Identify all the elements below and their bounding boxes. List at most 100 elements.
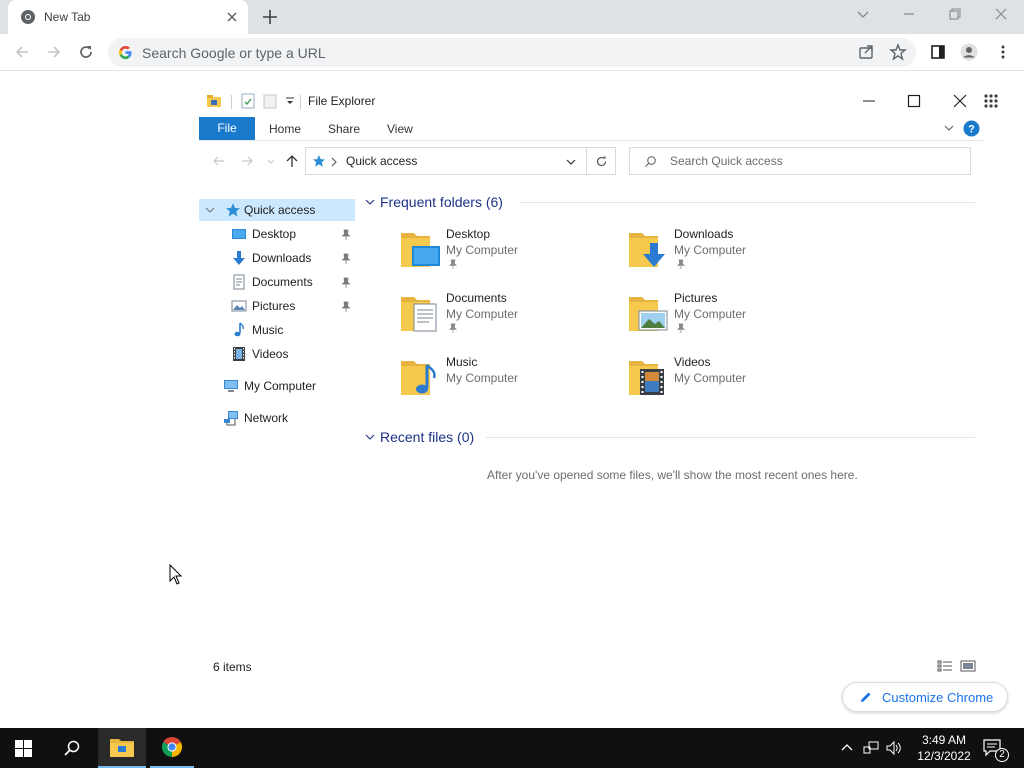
ribbon-tab-share[interactable]: Share [328, 122, 360, 136]
nav-item-videos[interactable]: Videos [228, 343, 355, 365]
taskbar-search-icon[interactable] [63, 739, 81, 757]
volume-icon[interactable] [886, 740, 902, 756]
folder-location: My Computer [446, 307, 519, 321]
nav-label: Videos [252, 347, 289, 361]
folder-tile-downloads[interactable]: Downloads My Computer [628, 227, 828, 283]
chrome-menu-icon[interactable] [994, 43, 1012, 61]
explorer-minimize-icon[interactable] [861, 93, 877, 109]
nav-label: Downloads [252, 251, 312, 265]
breadcrumb-chevron-icon[interactable] [330, 157, 338, 167]
nav-item-desktop[interactable]: Desktop [228, 223, 355, 245]
new-folder-qat-icon[interactable] [262, 93, 278, 109]
search-quick-access-input[interactable]: Search Quick access [629, 147, 971, 175]
side-panel-icon[interactable] [929, 43, 947, 61]
explorer-maximize-icon[interactable] [906, 93, 922, 109]
collapse-recent-icon[interactable] [364, 431, 376, 443]
expand-chevron-icon[interactable] [205, 206, 215, 214]
properties-icon[interactable] [240, 93, 256, 109]
ribbon-tab-home[interactable]: Home [269, 122, 301, 136]
show-hidden-icons-icon[interactable] [839, 740, 855, 756]
window-title: File Explorer [308, 94, 376, 108]
nav-item-pictures[interactable]: Pictures [228, 295, 355, 317]
bookmark-star-icon[interactable] [889, 43, 907, 61]
restore-icon[interactable] [947, 6, 963, 22]
folder-tile-desktop[interactable]: Desktop My Computer [400, 227, 600, 283]
quick-access-star-icon [313, 155, 325, 167]
pin-icon[interactable] [341, 253, 351, 265]
nav-my-computer[interactable]: My Computer [199, 375, 355, 397]
nav-item-downloads[interactable]: Downloads [228, 247, 355, 269]
customize-chrome-button[interactable]: Customize Chrome [842, 682, 1008, 712]
qat-dropdown-icon[interactable] [283, 93, 299, 109]
explorer-forward-icon[interactable] [239, 153, 255, 169]
folder-location: My Computer [674, 307, 747, 321]
pin-icon[interactable] [341, 229, 351, 241]
pin-icon [676, 323, 686, 334]
pencil-icon [861, 692, 871, 702]
network-tray-icon[interactable] [863, 740, 879, 756]
omnibox[interactable]: Search Google or type a URL [108, 38, 916, 67]
tab-search-chevron-icon[interactable] [855, 6, 871, 22]
profile-avatar-icon[interactable] [960, 43, 978, 61]
desktop-icon [232, 229, 246, 239]
nav-label: My Computer [244, 379, 317, 393]
folder-name: Desktop [446, 227, 491, 241]
computer-icon [224, 380, 238, 392]
tab-new-tab[interactable]: New Tab [8, 0, 248, 34]
pin-icon[interactable] [341, 301, 351, 313]
folder-tile-pictures[interactable]: Pictures My Computer [628, 291, 828, 347]
folder-desktop-icon [401, 233, 440, 267]
ribbon-expand-icon[interactable] [943, 122, 955, 134]
ribbon-tab-file[interactable]: File [199, 117, 255, 140]
section-divider [486, 437, 975, 438]
address-bar[interactable]: Quick access [305, 147, 616, 175]
tab-close-icon[interactable] [224, 9, 240, 25]
close-window-icon[interactable] [993, 6, 1009, 22]
folder-tile-videos[interactable]: Videos My Computer [628, 355, 828, 411]
nav-label: Music [252, 323, 284, 337]
nav-quick-access[interactable]: Quick access [199, 199, 355, 221]
folder-tile-documents[interactable]: Documents My Computer [400, 291, 600, 347]
forward-icon[interactable] [45, 43, 63, 61]
windows-start-icon[interactable] [15, 740, 32, 757]
up-folder-icon[interactable] [284, 153, 300, 169]
explorer-close-icon[interactable] [952, 93, 968, 109]
file-explorer-icon [110, 739, 134, 757]
pin-icon [448, 323, 458, 334]
taskbar-chrome[interactable] [150, 728, 194, 768]
collapse-frequent-icon[interactable] [364, 196, 376, 208]
recent-locations-icon[interactable] [263, 153, 279, 169]
nav-network[interactable]: Network [199, 407, 355, 429]
reload-icon[interactable] [77, 43, 95, 61]
taskbar-clock[interactable]: 3:49 AM 12/3/2022 [912, 732, 976, 764]
folder-name: Documents [446, 291, 507, 305]
nav-item-documents[interactable]: Documents [228, 271, 355, 293]
section-divider [520, 202, 975, 203]
pin-icon[interactable] [341, 277, 351, 289]
minimize-icon[interactable] [901, 6, 917, 22]
folder-music-icon [401, 361, 436, 395]
taskbar-file-explorer[interactable] [98, 728, 146, 768]
address-path: Quick access [346, 154, 418, 168]
help-icon[interactable]: ? [963, 120, 980, 137]
pictures-icon [231, 300, 247, 312]
new-tab-icon[interactable] [260, 7, 280, 27]
back-icon[interactable] [13, 43, 31, 61]
folder-tile-music[interactable]: Music My Computer [400, 355, 600, 411]
explorer-back-icon[interactable] [211, 153, 227, 169]
refresh-icon[interactable] [595, 155, 608, 168]
quick-access-star-icon [226, 203, 240, 217]
recent-files-header[interactable]: Recent files (0) [380, 429, 474, 445]
ribbon-tabs: File Home Share View ? [199, 117, 985, 141]
folder-location: My Computer [674, 243, 747, 257]
share-icon[interactable] [857, 43, 875, 61]
apps-grid-icon[interactable] [983, 93, 999, 109]
address-dropdown-icon[interactable] [565, 156, 577, 168]
large-icons-view-icon[interactable] [960, 658, 976, 674]
folder-documents-icon [401, 297, 437, 332]
nav-item-music[interactable]: Music [228, 319, 355, 341]
ribbon-tab-view[interactable]: View [387, 122, 413, 136]
folder-location: My Computer [446, 243, 519, 257]
details-view-icon[interactable] [937, 658, 953, 674]
frequent-folders-header[interactable]: Frequent folders (6) [380, 194, 503, 210]
